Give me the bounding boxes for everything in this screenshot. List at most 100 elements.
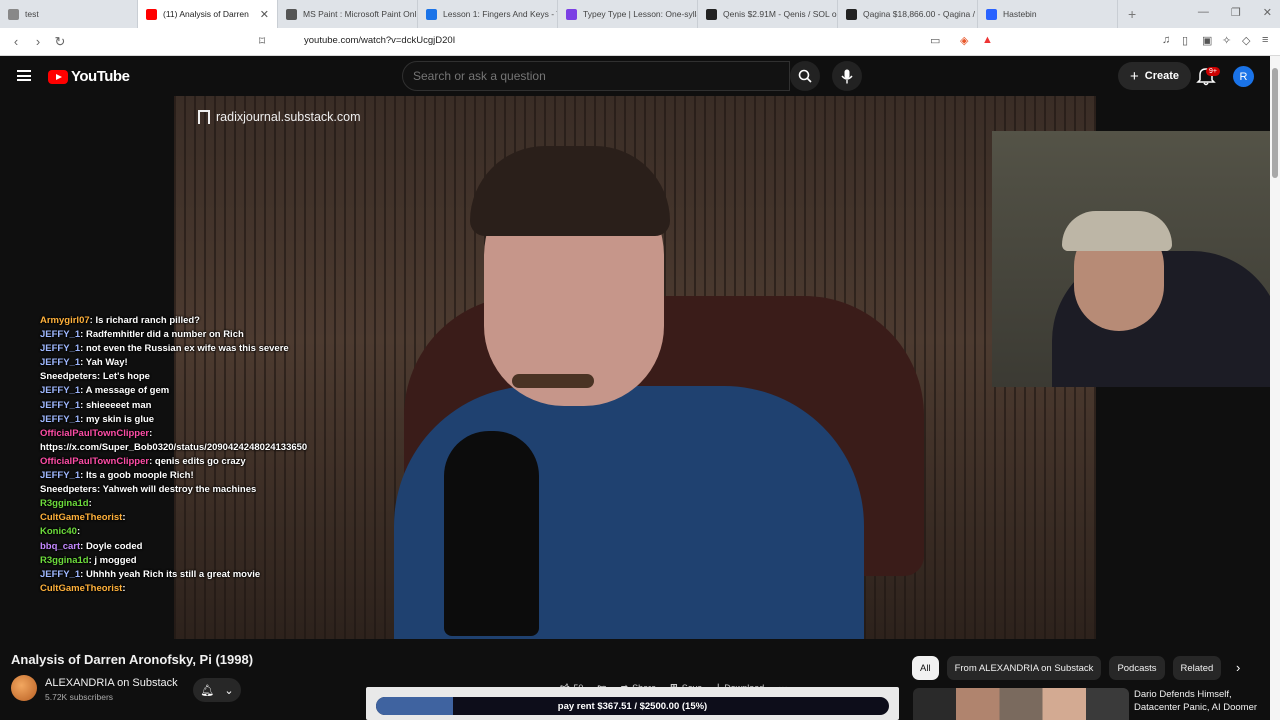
chat-message: Sneedpeters: Let's hope — [40, 371, 150, 383]
cast-icon[interactable]: ▭ — [930, 34, 940, 47]
wallet-icon[interactable]: ▣ — [1202, 34, 1212, 47]
browser-tab[interactable]: Qenis $2.91M - Qenis / SOL o — [698, 0, 838, 28]
chat-username: JEFFY_1 — [40, 568, 81, 580]
chat-message: Konic40: — [40, 526, 81, 538]
chat-message: CultGameTheorist: — [40, 582, 126, 594]
tab-favicon-icon — [426, 8, 437, 20]
chat-message: JEFFY_1: shieeeeet man — [40, 399, 152, 411]
filter-chip[interactable]: Related — [1172, 656, 1222, 680]
chat-username: CultGameTheorist — [40, 512, 123, 524]
filter-chip[interactable]: Podcasts — [1109, 656, 1165, 680]
browser-tab[interactable]: Typey Type | Lesson: One-sylla — [558, 0, 698, 28]
chat-message: OfficialPaulTownClipper: — [40, 427, 153, 439]
youtube-logo[interactable]: YouTube — [48, 68, 130, 85]
chat-text: Yahweh will destroy the machines — [102, 484, 257, 496]
page-scrollbar[interactable] — [1270, 56, 1280, 720]
video-host-hair — [470, 146, 670, 236]
chips-next-icon[interactable]: › — [1236, 660, 1240, 675]
maximize-icon[interactable]: ❐ — [1231, 6, 1241, 19]
minimize-icon[interactable]: — — [1198, 6, 1209, 19]
tab-title: Qagina $18,866.00 - Qagina / — [863, 9, 975, 19]
logo-text: YouTube — [71, 68, 130, 85]
filter-chip[interactable]: All — [912, 656, 939, 680]
chat-text: A message of gem — [85, 385, 170, 397]
browser-tab[interactable]: test — [0, 0, 138, 28]
chat-username: JEFFY_1 — [40, 413, 81, 425]
chat-text: j mogged — [94, 554, 137, 566]
chat-username: Konic40 — [40, 526, 77, 538]
tab-title: Typey Type | Lesson: One-sylla — [583, 9, 698, 19]
search-icon — [798, 69, 812, 83]
brave-shield-icon[interactable]: ◈ — [960, 34, 968, 47]
chat-username: JEFFY_1 — [40, 329, 81, 341]
rewards-icon[interactable]: ▲ — [982, 34, 993, 46]
tab-favicon-icon — [286, 8, 297, 20]
chat-message: JEFFY_1: A message of gem — [40, 385, 170, 397]
channel-name[interactable]: ALEXANDRIA on Substack — [45, 677, 178, 689]
url-field[interactable]: youtube.com/watch?v=dckUcgjD20I — [304, 35, 455, 46]
notification-count-badge: 9+ — [1206, 67, 1220, 76]
browser-tab[interactable]: (11) Analysis of Darren ✕ — [138, 0, 278, 28]
filter-chip[interactable]: From ALEXANDRIA on Substack — [946, 656, 1102, 680]
create-button[interactable]: + Create — [1118, 62, 1192, 90]
chat-message: OfficialPaulTownClipper: qenis edits go … — [40, 455, 246, 467]
address-bar-row: ‹ › ↻ ⌑ youtube.com/watch?v=dckUcgjD20I … — [0, 28, 1280, 56]
chat-username: CultGameTheorist — [40, 582, 123, 594]
webcam-overlay — [992, 131, 1280, 387]
hamburger-menu-icon[interactable] — [17, 70, 31, 81]
webcam-person-cap — [1062, 211, 1172, 251]
youtube-header: YouTube + Create — [0, 56, 1270, 96]
bookmark-icon[interactable]: ⌑ — [259, 34, 265, 48]
voice-search-button[interactable] — [832, 61, 862, 91]
vpn-icon[interactable]: ◇ — [1242, 34, 1250, 47]
related-filter-chips: All From ALEXANDRIA on Substack Podcasts Re… — [912, 656, 1222, 680]
account-avatar[interactable]: R — [1233, 66, 1254, 87]
reload-icon[interactable]: ↻ — [50, 34, 70, 50]
window-controls: — ❐ ✕ — [1198, 6, 1272, 19]
tab-title: (11) Analysis of Darren — [163, 9, 249, 19]
subscription-bell-button[interactable]: 🔔︎ ⌄ — [193, 678, 241, 702]
chat-text: my skin is glue — [85, 413, 155, 425]
microphone-icon — [841, 69, 853, 83]
chat-username: OfficialPaulTownClipper — [40, 427, 150, 439]
related-video-title[interactable]: Dario Defends Himself, Datacenter Panic,… — [1134, 688, 1264, 714]
chat-message: JEFFY_1: Uhhhh yeah Rich its still a gre… — [40, 568, 261, 580]
search-button[interactable] — [790, 61, 820, 91]
back-icon[interactable]: ‹ — [6, 34, 26, 49]
browser-tab[interactable]: MS Paint : Microsoft Paint Onl — [278, 0, 418, 28]
plus-icon: + — [1130, 67, 1139, 85]
new-tab-icon[interactable]: + — [1118, 6, 1146, 22]
chevron-down-icon: ⌄ — [224, 684, 234, 697]
scrollbar-thumb[interactable] — [1272, 68, 1278, 178]
browser-tab[interactable]: Qagina $18,866.00 - Qagina / — [838, 0, 978, 28]
browser-tab[interactable]: Hastebin — [978, 0, 1118, 28]
chat-text: Is richard ranch pilled? — [95, 315, 200, 326]
chat-username: bbq_cart — [40, 540, 81, 552]
rent-goal-widget: pay rent $367.51 / $2500.00 (15%) — [366, 687, 899, 720]
chat-username: JEFFY_1 — [40, 470, 81, 482]
media-icon[interactable]: ♫ — [1162, 34, 1170, 46]
search-input[interactable] — [403, 62, 789, 90]
tab-favicon-icon — [146, 8, 157, 20]
leo-icon[interactable]: ✧ — [1222, 34, 1231, 47]
forward-icon[interactable]: › — [28, 34, 48, 49]
sidebar-icon[interactable]: ▯ — [1182, 34, 1188, 47]
chat-message: Armygirl07: Is richard ranch pilled? — [40, 315, 200, 326]
video-watermark: radixjournal.substack.com — [198, 110, 361, 124]
chat-message: JEFFY_1: Its a goob moople Rich! — [40, 470, 194, 482]
browser-tab-bar: test (11) Analysis of Darren ✕ MS Paint : M… — [0, 0, 1280, 28]
chat-username: Armygirl07 — [40, 315, 90, 326]
channel-avatar[interactable] — [11, 675, 37, 701]
menu-icon[interactable]: ≡ — [1262, 34, 1268, 46]
close-window-icon[interactable]: ✕ — [1263, 6, 1272, 19]
browser-tab[interactable]: Lesson 1: Fingers And Keys - T — [418, 0, 558, 28]
chat-message: bbq_cart: Doyle coded — [40, 540, 143, 552]
chat-message: JEFFY_1: Yah Way! — [40, 357, 128, 369]
video-title: Analysis of Darren Aronofsky, Pi (1998) — [11, 652, 254, 667]
chat-username: JEFFY_1 — [40, 385, 81, 397]
chat-text: Doyle coded — [85, 540, 143, 552]
related-video-thumbnail[interactable] — [913, 688, 1129, 720]
chat-message: JEFFY_1: my skin is glue — [40, 413, 155, 425]
chat-message: https://x.com/Super_Bob0320/status/20904… — [40, 441, 360, 455]
tab-close-icon[interactable]: ✕ — [260, 8, 269, 21]
